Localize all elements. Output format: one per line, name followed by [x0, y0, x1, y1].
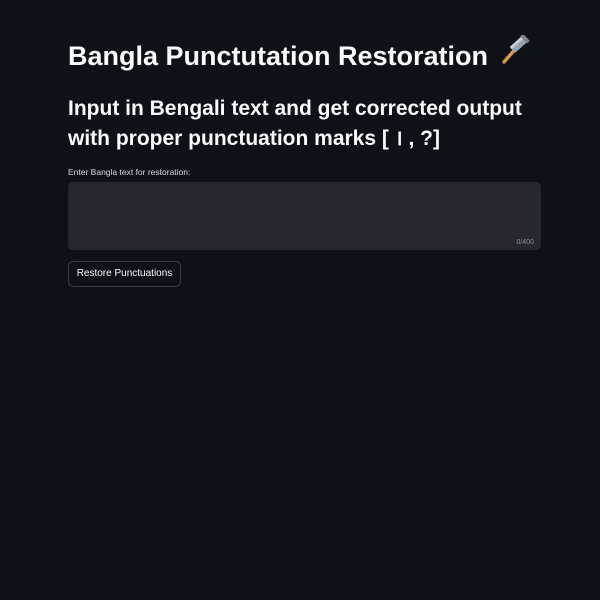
page-title: Bangla Punctutation Restoration [68, 34, 541, 74]
hammer-icon [498, 34, 530, 74]
restore-punctuations-button[interactable]: Restore Punctuations [68, 261, 181, 287]
bangla-text-input-container: 0/400 [68, 182, 541, 250]
page-subtitle: Input in Bengali text and get corrected … [68, 97, 522, 150]
input-label: Enter Bangla text for restoration: [68, 167, 191, 177]
bangla-text-input[interactable] [69, 183, 540, 249]
char-counter: 0/400 [516, 239, 534, 246]
page-title-text: Bangla Punctutation Restoration [68, 41, 489, 71]
